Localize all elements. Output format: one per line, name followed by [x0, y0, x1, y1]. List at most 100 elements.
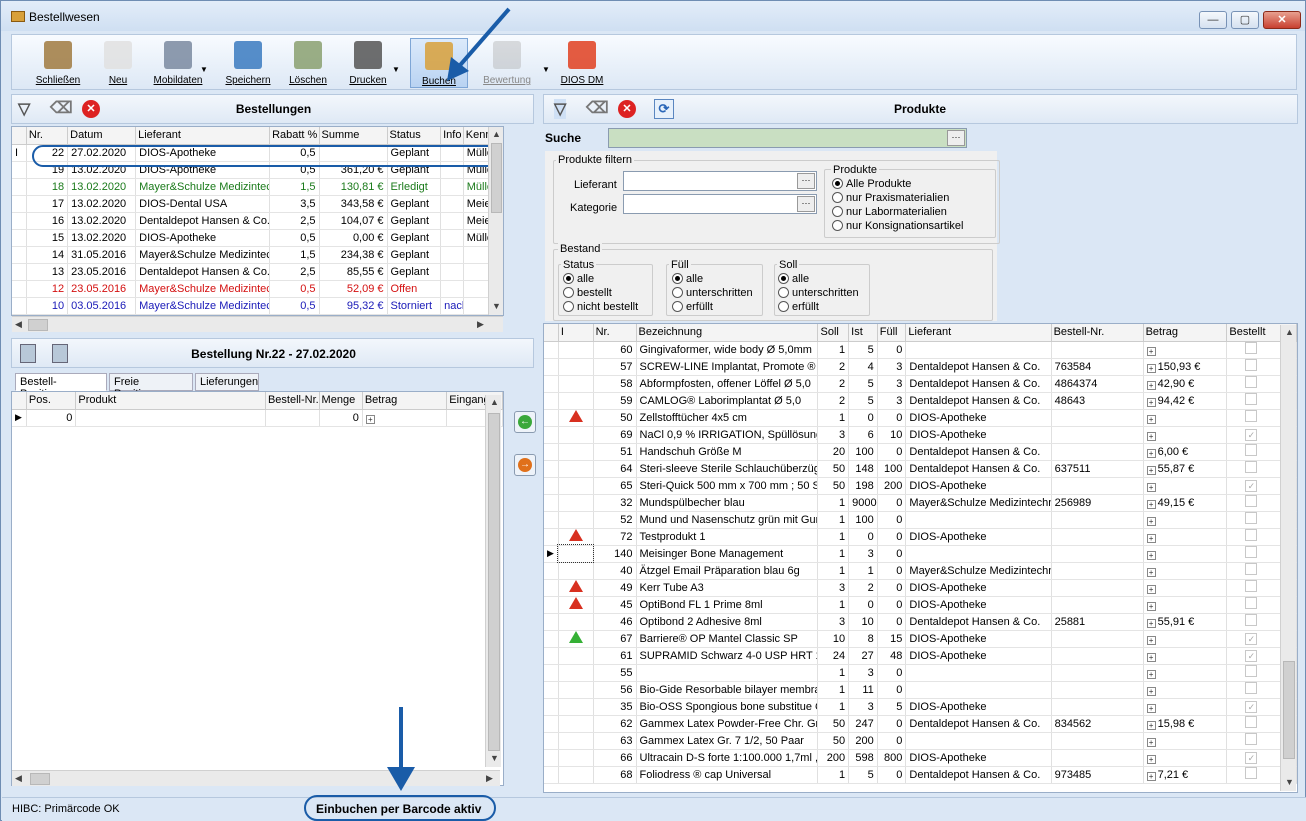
expand-icon[interactable]: + — [1146, 516, 1156, 526]
drucken-dropdown-icon[interactable]: ▼ — [392, 65, 400, 74]
radio-nur-praxismaterialien[interactable]: nur Praxismaterialien — [832, 192, 949, 204]
product-row[interactable]: 40 Ätzgel Email Präparation blau 6g 1 1 0 May… — [544, 562, 1297, 580]
product-row[interactable]: 72 Testprodukt 1 1 0 0 DIOS-Apotheke + — [544, 528, 1297, 546]
product-row[interactable]: 58 Abformpfosten, offener Löffel Ø 5,0 2 5 3… — [544, 375, 1297, 393]
search-input[interactable]: ··· — [608, 128, 967, 148]
product-row[interactable]: ▶ 140 Meisinger Bone Management 1 3 0 + — [544, 544, 1297, 563]
product-row[interactable]: 67 Barriere® OP Mantel Classic SP 10 8 15 DIO… — [544, 630, 1297, 648]
expand-icon[interactable]: + — [1146, 601, 1156, 611]
kategorie-input[interactable]: ··· — [623, 194, 817, 214]
positions-scrollbar-h[interactable]: ◀ ▶ — [12, 770, 500, 786]
toolbar-trash-button[interactable]: Löschen — [282, 38, 334, 88]
refresh-icon[interactable]: ⟳ — [654, 99, 674, 119]
product-row[interactable]: 65 Steri-Quick 500 mm x 700 mm ; 50 Stk 50… — [544, 477, 1297, 495]
radio-erfüllt[interactable]: erfüllt — [672, 301, 713, 313]
close-button[interactable]: ✕ — [1263, 11, 1301, 29]
mobildaten-dropdown-icon[interactable]: ▼ — [200, 65, 208, 74]
product-row[interactable]: 50 Zellstofftücher 4x5 cm 1 0 0 DIOS-Apotheke… — [544, 409, 1297, 427]
bestellt-checkbox[interactable] — [1245, 444, 1258, 456]
product-row[interactable]: 57 SCREW-LINE Implantat, Promote ® p 2 4 3 De… — [544, 358, 1297, 376]
order-row[interactable]: 10 03.05.2016 Mayer&Schulze Medizintec 0,5 9… — [12, 297, 504, 315]
orders-scrollbar-v[interactable]: ▲ ▼ — [488, 127, 503, 315]
toolbar-printer-button[interactable]: Drucken — [340, 38, 396, 88]
product-row[interactable]: 69 NaCl 0,9 % IRRIGATION, Spüllösung 3 6 10 D… — [544, 426, 1297, 444]
toolbar-new-document-button[interactable]: Neu — [92, 38, 144, 88]
bestellt-checkbox[interactable] — [1245, 393, 1258, 405]
order-row[interactable]: 13 23.05.2016 Dentaldepot Hansen & Co. 2,5 8… — [12, 263, 504, 281]
positions-col-header[interactable]: Betrag — [362, 392, 448, 410]
products-scrollbar-v[interactable]: ▲ ▼ — [1280, 325, 1296, 791]
positions-col-header[interactable]: Pos. — [26, 392, 77, 410]
orders-col-header[interactable]: Summe — [319, 127, 388, 145]
product-row[interactable]: 62 Gammex Latex Powder-Free Chr. Gr. 50 247… — [544, 715, 1297, 733]
bestellt-checkbox[interactable]: ✓ — [1245, 649, 1258, 662]
bestellt-checkbox[interactable] — [1245, 512, 1258, 524]
order-row[interactable]: 12 23.05.2016 Mayer&Schulze Medizintec 0,5 5… — [12, 280, 504, 298]
radio-bestellt[interactable]: bestellt — [563, 287, 612, 299]
product-row[interactable]: 64 Steri-sleeve Sterile Schlauchüberzüge 5… — [544, 460, 1297, 478]
expand-icon[interactable]: + — [1146, 465, 1156, 475]
toolbar-mobile-device-button[interactable]: Mobildaten — [146, 38, 210, 88]
products-col-header[interactable]: Soll — [817, 324, 850, 342]
expand-icon[interactable]: + — [1146, 431, 1156, 441]
products-col-header[interactable]: I — [558, 324, 594, 342]
expand-icon[interactable]: + — [1146, 448, 1156, 458]
order-row[interactable]: 18 13.02.2020 Mayer&Schulze Medizintec 1,5 1… — [12, 178, 504, 196]
radio-alle-produkte[interactable]: Alle Produkte — [832, 178, 911, 190]
expand-icon[interactable]: + — [1146, 669, 1156, 679]
product-row[interactable]: 46 Optibond 2 Adhesive 8ml 3 10 0 Dentaldepot… — [544, 613, 1297, 631]
radio-nur-labormaterialien[interactable]: nur Labormaterialien — [832, 206, 947, 218]
toolbar-save-button[interactable]: Speichern — [220, 38, 276, 88]
product-row[interactable]: 66 Ultracain D-S forte 1:100.000 1,7ml ,2… — [544, 749, 1297, 767]
filter-icon[interactable]: ▽ — [554, 99, 567, 119]
products-col-header[interactable]: Nr. — [593, 324, 637, 342]
expand-icon[interactable]: + — [1146, 652, 1156, 662]
product-row[interactable]: 51 Handschuh Größe M 20 100 0 Dentaldepot Han… — [544, 443, 1297, 461]
radio-alle[interactable]: alle — [778, 273, 809, 285]
expand-icon[interactable]: + — [1146, 567, 1156, 577]
toolbar-pdf-qm-button[interactable]: DIOS DM — [552, 38, 612, 88]
ellipsis-button[interactable]: ··· — [797, 173, 815, 189]
positions-col-header[interactable]: Produkt — [75, 392, 266, 410]
positions-col-header[interactable]: Bestell-Nr. — [265, 392, 320, 410]
bestellt-checkbox[interactable] — [1245, 597, 1258, 609]
radio-unterschritten[interactable]: unterschritten — [778, 287, 859, 299]
tab-freie-positionen[interactable]: Freie Positionen — [109, 373, 193, 400]
product-row[interactable]: 52 Mund und Nasenschutz grün mit Gum 1 100 0… — [544, 511, 1297, 529]
expand-icon[interactable]: + — [1146, 380, 1156, 390]
bestellt-checkbox[interactable] — [1245, 342, 1258, 354]
bestellt-checkbox[interactable] — [1245, 495, 1258, 507]
orders-col-header[interactable]: Info — [440, 127, 464, 145]
orders-col-header[interactable]: Rabatt % — [269, 127, 320, 145]
bestellt-checkbox[interactable] — [1245, 614, 1258, 626]
ellipsis-button[interactable]: ··· — [797, 196, 815, 212]
bestellt-checkbox[interactable] — [1245, 546, 1258, 558]
expand-icon[interactable]: + — [1146, 533, 1156, 543]
expand-icon[interactable]: + — [1146, 346, 1156, 356]
product-row[interactable]: 59 CAMLOG® Laborimplantat Ø 5,0 2 5 3 Dentald… — [544, 392, 1297, 410]
tab-lieferungen[interactable]: Lieferungen — [195, 373, 259, 391]
tab-bestell-positionen[interactable]: Bestell-Positionen — [15, 373, 107, 400]
radio-erfüllt[interactable]: erfüllt — [778, 301, 819, 313]
radio-unterschritten[interactable]: unterschritten — [672, 287, 753, 299]
radio-alle[interactable]: alle — [672, 273, 703, 285]
expand-icon[interactable]: + — [1146, 771, 1156, 781]
bestellt-checkbox[interactable] — [1245, 461, 1258, 473]
order-row[interactable]: 17 13.02.2020 DIOS-Dental USA 3,5 343,58 € Ge… — [12, 195, 504, 213]
bestellt-checkbox[interactable] — [1245, 359, 1258, 371]
expand-icon[interactable]: + — [365, 414, 375, 424]
clear-filter-icon[interactable]: ⌫ — [586, 98, 609, 118]
maximize-button[interactable]: ▢ — [1231, 11, 1259, 29]
product-row[interactable]: 35 Bio-OSS Spongious bone substitue G135D… — [544, 698, 1297, 716]
expand-icon[interactable]: + — [1146, 482, 1156, 492]
expand-icon[interactable]: + — [1146, 414, 1156, 424]
radio-alle[interactable]: alle — [563, 273, 594, 285]
bestellt-checkbox[interactable] — [1245, 580, 1258, 592]
expand-icon[interactable]: + — [1146, 703, 1156, 713]
products-col-header[interactable]: Betrag — [1143, 324, 1228, 342]
cancel-icon[interactable]: ✕ — [618, 100, 636, 118]
products-col-header[interactable]: Bestell-Nr. — [1051, 324, 1144, 342]
bestellt-checkbox[interactable] — [1245, 733, 1258, 745]
orders-col-header[interactable]: Datum — [67, 127, 137, 145]
expand-icon[interactable]: + — [1146, 686, 1156, 696]
